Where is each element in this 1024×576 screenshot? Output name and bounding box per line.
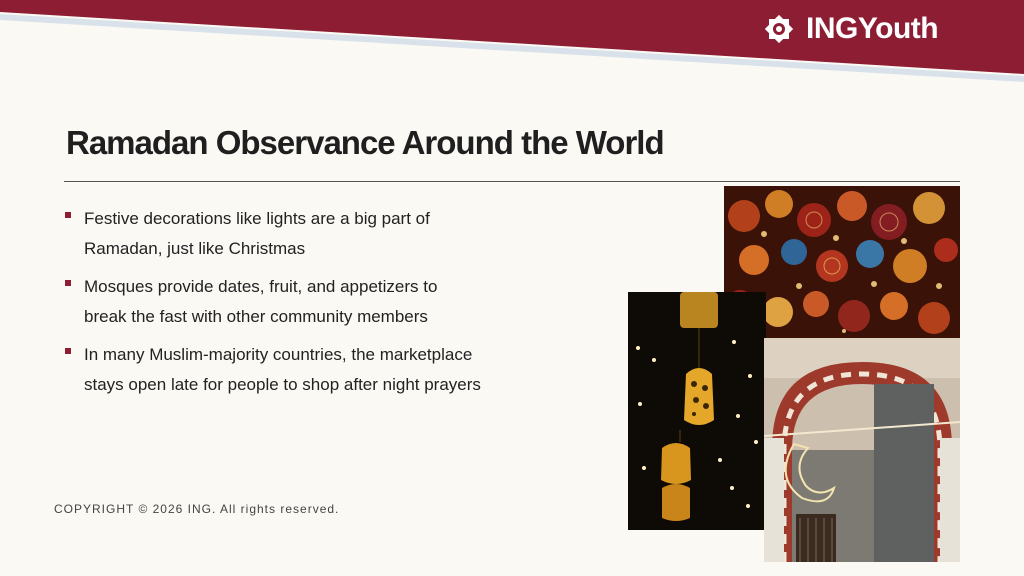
bullet-line: Mosques provide dates, fruit, and appeti… <box>84 277 438 296</box>
bullet-line: Ramadan, just like Christmas <box>84 239 306 258</box>
mosque-arches-photo <box>764 338 960 562</box>
bullet-line: break the fast with other community memb… <box>84 307 428 326</box>
brand-logo[interactable]: INGYouth <box>762 12 939 46</box>
bullet-line: stays open late for people to shop after… <box>84 375 481 394</box>
hanging-lanterns-photo <box>628 292 766 530</box>
bullet-item: Festive decorations like lights are a bi… <box>64 204 564 264</box>
bullet-square-icon <box>65 212 71 218</box>
ing-logo-icon <box>764 14 794 44</box>
bullet-square-icon <box>65 348 71 354</box>
bullet-line: Festive decorations like lights are a bi… <box>84 209 430 228</box>
bullet-item: In many Muslim-majority countries, the m… <box>64 340 564 400</box>
copyright-notice: COPYRIGHT © 2026 ING. All rights reserve… <box>54 502 340 516</box>
bullet-list: Festive decorations like lights are a bi… <box>64 204 564 408</box>
title-divider <box>64 181 960 182</box>
slide-title: Ramadan Observance Around the World <box>66 124 665 161</box>
bullet-square-icon <box>65 280 71 286</box>
bullet-item: Mosques provide dates, fruit, and appeti… <box>64 272 564 332</box>
bullet-line: In many Muslim-majority countries, the m… <box>84 345 473 364</box>
brand-name: INGYouth <box>806 12 939 45</box>
